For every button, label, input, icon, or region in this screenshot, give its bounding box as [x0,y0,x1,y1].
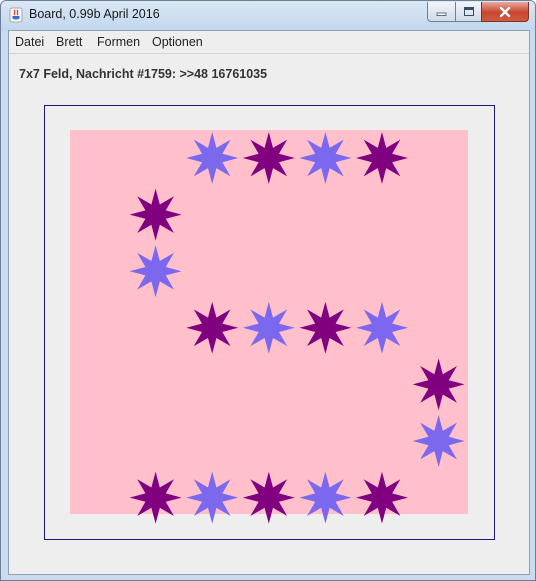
minimize-button[interactable] [427,2,456,22]
menu-optionen[interactable]: Optionen [152,35,203,49]
board-frame [44,105,495,540]
java-cup-icon [9,7,23,23]
star-piece[interactable] [242,471,295,524]
star-piece[interactable] [129,188,182,241]
star-piece[interactable] [356,471,408,524]
title-bar[interactable]: Board, 0.99b April 2016 [1,1,535,30]
star-piece[interactable] [242,301,295,354]
app-window: Board, 0.99b April 2016 Datei Brett Form… [0,0,536,581]
star-piece[interactable] [186,471,239,524]
star-piece[interactable] [186,132,239,184]
maximize-button[interactable] [455,2,482,22]
star-piece[interactable] [129,471,182,524]
star-piece[interactable] [129,245,182,298]
star-piece[interactable] [412,415,465,467]
star-piece[interactable] [299,132,352,184]
menu-datei[interactable]: Datei [15,35,44,49]
star-piece[interactable] [299,471,352,524]
menu-formen[interactable]: Formen [97,35,140,49]
menu-bar: Datei Brett Formen Optionen [9,31,529,54]
status-message: 7x7 Feld, Nachricht #1759: >>48 16761035 [19,67,268,81]
menu-brett[interactable]: Brett [56,35,82,49]
board-canvas[interactable] [45,106,494,539]
star-piece[interactable] [299,301,352,354]
star-piece[interactable] [412,358,465,411]
close-button[interactable] [481,2,529,22]
client-area: Datei Brett Formen Optionen 7x7 Feld, Na… [8,30,530,575]
close-icon [499,6,511,17]
minimize-icon [436,12,446,16]
window-title: Board, 0.99b April 2016 [29,7,160,21]
star-piece[interactable] [356,132,408,184]
maximize-icon [463,7,474,16]
star-piece[interactable] [242,132,295,184]
star-piece[interactable] [186,301,239,354]
star-piece[interactable] [356,301,408,354]
